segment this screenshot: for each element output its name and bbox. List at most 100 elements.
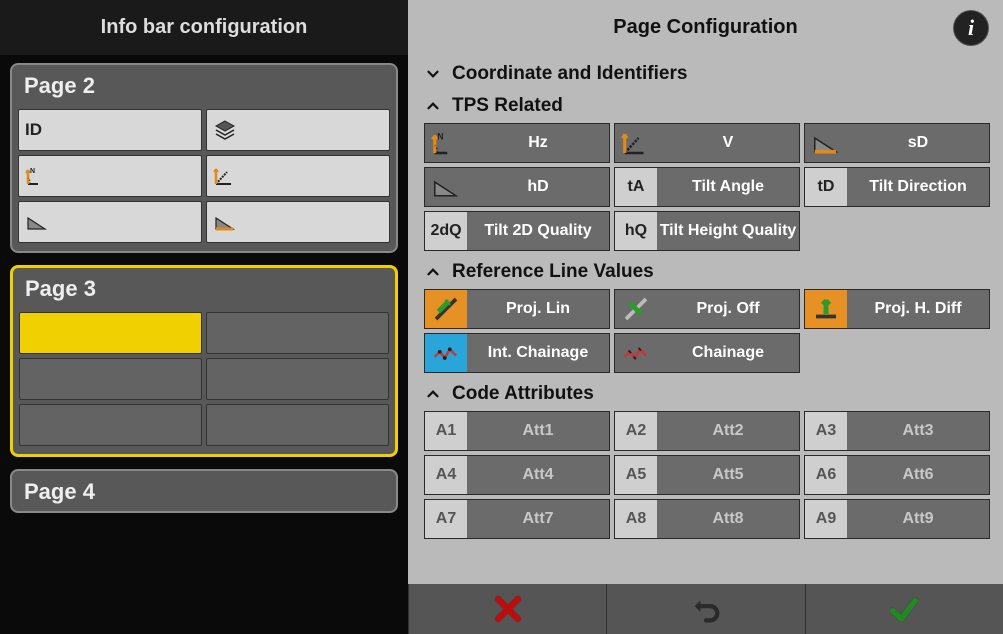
page-slot[interactable]: ID — [18, 109, 202, 151]
bottom-bar — [0, 584, 1003, 634]
page-card-title: Page 3 — [13, 268, 395, 308]
left-panel-title: Info bar configuration — [0, 0, 408, 55]
config-tile[interactable]: A9Att9 — [804, 499, 990, 539]
page-slot[interactable] — [19, 312, 202, 354]
page-card[interactable]: Page 4 — [10, 469, 398, 513]
page-slot[interactable] — [206, 358, 389, 400]
page-slot[interactable] — [19, 358, 202, 400]
tile-icon-text: hQ — [615, 212, 657, 250]
page-card[interactable]: Page 3 — [10, 265, 398, 457]
config-tile[interactable]: A6Att6 — [804, 455, 990, 495]
angle-hz-icon: N — [25, 164, 49, 188]
config-tile[interactable]: tDTilt Direction — [804, 167, 990, 207]
tile-label: Att3 — [847, 412, 989, 450]
svg-text:N: N — [30, 168, 35, 175]
layers-icon — [213, 118, 237, 142]
config-tile[interactable]: sD — [804, 123, 990, 163]
tile-label: Att8 — [657, 500, 799, 538]
config-tile[interactable]: A4Att4 — [424, 455, 610, 495]
undo-button[interactable] — [606, 584, 804, 634]
tile-icon-text: A6 — [805, 456, 847, 494]
section-header[interactable]: Coordinate and Identifiers — [424, 59, 993, 91]
left-pages-container: Page 2IDNPage 3Page 4 — [0, 55, 408, 584]
cancel-button[interactable] — [408, 584, 606, 634]
page-slot[interactable] — [206, 201, 390, 243]
section-header[interactable]: TPS Related — [424, 91, 993, 123]
angle-hz-icon: N — [425, 124, 467, 162]
cross-icon — [491, 592, 525, 626]
slope-icon — [25, 210, 49, 234]
tile-icon-text: A9 — [805, 500, 847, 538]
tile-label: Att9 — [847, 500, 989, 538]
chevron-up-icon — [424, 385, 442, 403]
right-sections-container: Coordinate and IdentifiersTPS RelatedNHz… — [408, 55, 1003, 584]
config-tile[interactable]: tATilt Angle — [614, 167, 800, 207]
tile-icon-text: A4 — [425, 456, 467, 494]
undo-icon — [686, 592, 726, 626]
tile-label: Tilt Direction — [847, 168, 989, 206]
config-tile[interactable]: hQTilt Height Quality — [614, 211, 800, 251]
check-icon — [885, 592, 923, 626]
tile-label: Int. Chainage — [467, 334, 609, 372]
tile-label: Proj. Lin — [467, 290, 609, 328]
int-chainage-icon — [425, 334, 467, 372]
page-slot-grid — [13, 308, 395, 454]
page-slot[interactable] — [206, 109, 390, 151]
config-tile[interactable]: A7Att7 — [424, 499, 610, 539]
page-card-title: Page 4 — [12, 471, 396, 511]
section-header[interactable]: Reference Line Values — [424, 257, 993, 289]
tile-label: Proj. H. Diff — [847, 290, 989, 328]
page-slot[interactable] — [19, 404, 202, 446]
tiles-row: Proj. LinProj. Off Proj. H. Diff Int. Chai… — [424, 289, 993, 373]
config-tile[interactable]: A5Att5 — [614, 455, 800, 495]
tile-label: hD — [467, 168, 609, 206]
config-tile[interactable]: Proj. Off — [614, 289, 800, 329]
chevron-down-icon — [424, 65, 442, 83]
chevron-up-icon — [424, 263, 442, 281]
config-tile[interactable]: A8Att8 — [614, 499, 800, 539]
info-button[interactable]: i — [953, 10, 989, 46]
proj-hdiff-icon — [805, 290, 847, 328]
angle-v-icon — [213, 164, 237, 188]
config-tile[interactable]: A2Att2 — [614, 411, 800, 451]
tile-icon-text: A8 — [615, 500, 657, 538]
config-tile[interactable]: A1Att1 — [424, 411, 610, 451]
proj-lin-icon — [425, 290, 467, 328]
page-slot[interactable] — [206, 312, 389, 354]
section-title: Code Attributes — [452, 383, 594, 405]
tile-icon-text: A5 — [615, 456, 657, 494]
tile-label: Att5 — [657, 456, 799, 494]
right-panel-header: Page Configuration i — [408, 0, 1003, 55]
config-tile[interactable]: V — [614, 123, 800, 163]
page-slot[interactable] — [206, 155, 390, 197]
tile-label: Att6 — [847, 456, 989, 494]
config-tile[interactable]: hD — [424, 167, 610, 207]
config-tile[interactable]: Proj. H. Diff — [804, 289, 990, 329]
confirm-button[interactable] — [805, 584, 1003, 634]
tile-icon-text: tD — [805, 168, 847, 206]
config-tile[interactable]: Int. Chainage — [424, 333, 610, 373]
tile-icon-text: A1 — [425, 412, 467, 450]
config-tile[interactable]: Proj. Lin — [424, 289, 610, 329]
page-card[interactable]: Page 2IDN — [10, 63, 398, 253]
right-panel: Page Configuration i Coordinate and Iden… — [408, 0, 1003, 584]
config-tile[interactable]: NHz — [424, 123, 610, 163]
page-slot[interactable] — [206, 404, 389, 446]
section-header[interactable]: Code Attributes — [424, 379, 993, 411]
tile-label: V — [657, 124, 799, 162]
chainage-icon — [615, 334, 657, 372]
tiles-row: A1Att1A2Att2A3Att3A4Att4A5Att5A6Att6A7At… — [424, 411, 993, 539]
chevron-up-icon — [424, 97, 442, 115]
section-title: Reference Line Values — [452, 261, 654, 283]
slope-icon — [425, 168, 467, 206]
right-panel-title: Page Configuration — [613, 16, 797, 39]
tile-label: Att4 — [467, 456, 609, 494]
config-tile[interactable]: 2dQTilt 2D Quality — [424, 211, 610, 251]
page-slot[interactable] — [18, 201, 202, 243]
tile-icon-text: A7 — [425, 500, 467, 538]
page-slot-grid: ID N — [12, 105, 396, 251]
tile-icon-text: A2 — [615, 412, 657, 450]
page-slot[interactable]: N — [18, 155, 202, 197]
config-tile[interactable]: Chainage — [614, 333, 800, 373]
config-tile[interactable]: A3Att3 — [804, 411, 990, 451]
